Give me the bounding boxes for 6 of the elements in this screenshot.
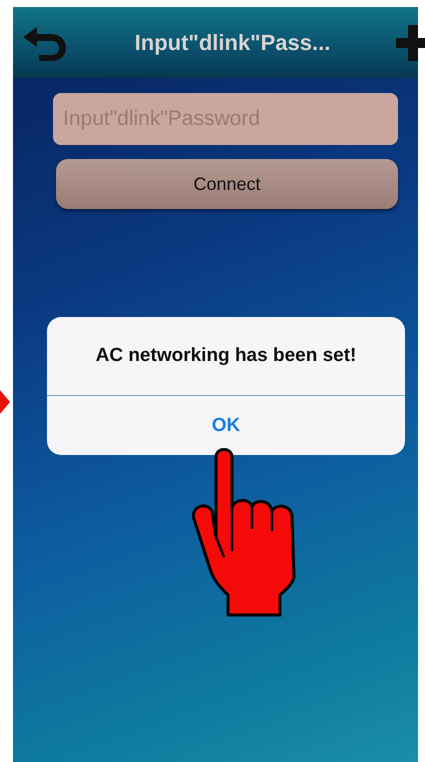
alert-message: AC networking has been set! <box>47 317 405 396</box>
ok-button[interactable]: OK <box>47 396 405 455</box>
arrow-tip-icon <box>0 390 10 414</box>
header-title: Input"dlink"Pass... <box>134 30 330 56</box>
add-icon[interactable] <box>396 24 425 60</box>
connect-button[interactable]: Connect <box>56 159 398 209</box>
